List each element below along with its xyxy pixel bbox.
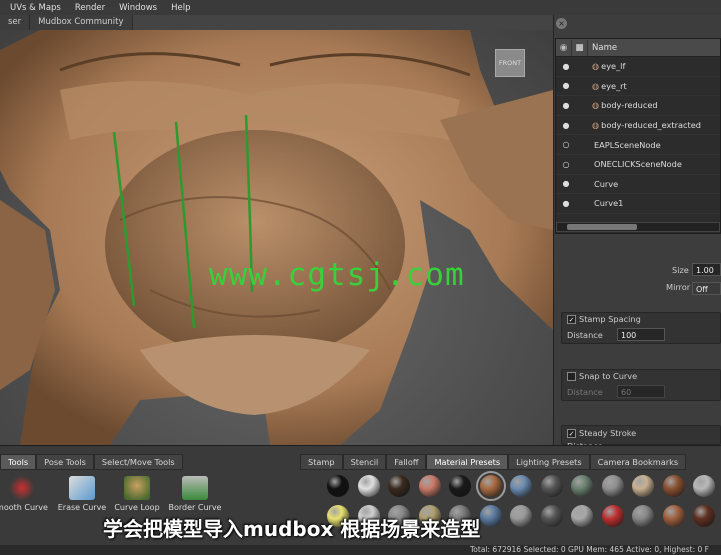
material-swatch[interactable] [571,475,593,497]
list-item[interactable]: ● Curve [556,175,720,195]
watermark-text: www.cgtsj.com [209,257,465,293]
subtitle-caption: 学会把模型导入mudbox 根据场景来造型 [103,517,481,541]
border-curve-tool[interactable]: Border Curve [165,476,225,512]
eraser-icon [69,476,95,500]
checkbox-unchecked-icon[interactable] [567,372,576,381]
material-swatch[interactable] [418,475,441,497]
mirror-dropdown[interactable]: Off [692,282,721,295]
menu-uvs-maps[interactable]: UVs & Maps [10,3,61,13]
material-swatch[interactable] [662,475,685,497]
tab-material-presets[interactable]: Material Presets [426,454,509,470]
tab-falloff[interactable]: Falloff [386,454,427,470]
distance-field[interactable]: 100 [617,328,665,341]
material-swatch[interactable] [693,475,715,497]
object-list-header: ◉ ■ Name [556,39,720,57]
cylinder-icon [182,476,208,500]
material-swatch[interactable] [479,505,502,527]
material-swatch[interactable] [601,475,624,497]
snap-distance-field[interactable]: 60 [617,385,665,398]
list-item[interactable]: ● Curve1 [556,194,720,214]
view-cube[interactable]: FRONT [495,49,525,77]
material-swatch[interactable] [540,505,563,527]
material-swatch[interactable] [601,505,624,527]
head-icon [124,476,150,500]
tab-stencil[interactable]: Stencil [342,454,387,470]
mesh-icon: ◍ [592,61,600,72]
checkbox-checked-icon[interactable]: ✓ [567,315,576,324]
snap-to-curve-checkbox[interactable]: Snap to Curve [567,371,637,381]
checkbox-checked-icon[interactable]: ✓ [567,429,576,438]
object-list: ◉ ■ Name ● ◍ eye_lf ● ◍ eye_rt ● ◍ body-reduce… [555,38,721,234]
tool-tabs: Tools Pose Tools Select/Move Tools [0,454,183,470]
status-bar: Total: 672916 Selected: 0 GPU Mem: 465 A… [0,545,721,555]
tab-camera-bookmarks[interactable]: Camera Bookmarks [589,454,687,470]
stamp-spacing-checkbox[interactable]: ✓ Stamp Spacing [567,314,641,324]
viewport-tab-bar: ser Mudbox Community [0,15,553,30]
close-icon[interactable]: × [556,18,567,29]
menu-bar: UVs & Maps Render Windows Help [0,0,721,15]
3d-viewport[interactable] [0,30,553,445]
eye-icon[interactable]: ◉ [556,39,572,56]
material-swatch[interactable] [475,471,506,501]
menu-render[interactable]: Render [75,3,105,13]
mesh-icon: ◍ [592,120,600,131]
tab-lighting-presets[interactable]: Lighting Presets [508,454,590,470]
material-swatch[interactable] [449,475,471,497]
material-swatch[interactable] [632,475,654,497]
material-swatch[interactable] [388,475,410,497]
sculpt-model [0,30,553,445]
lock-icon[interactable]: ■ [572,39,588,56]
distance-label: Distance [567,330,603,340]
material-swatch[interactable] [632,505,654,527]
size-label: Size [672,265,689,275]
tab-mudbox-community[interactable]: Mudbox Community [30,15,133,30]
visibility-dot-icon[interactable]: ● [556,179,576,188]
snap-distance-label: Distance [567,387,603,397]
tab-stamp[interactable]: Stamp [300,454,343,470]
visibility-dot-icon[interactable]: ○ [556,160,576,169]
horizontal-scrollbar[interactable] [556,222,720,232]
name-column-header[interactable]: Name [588,43,617,53]
tab-viewer[interactable]: ser [0,15,31,30]
visibility-dot-icon[interactable]: ● [556,199,576,208]
mirror-label: Mirror [666,282,691,292]
visibility-dot-icon[interactable]: ○ [556,140,576,149]
list-item[interactable]: ○ EAPLSceneNode [556,135,720,155]
menu-help[interactable]: Help [171,3,190,13]
list-item[interactable]: ○ ONECLICKSceneNode [556,155,720,175]
tray-tabs: Stamp Stencil Falloff Material Presets L… [300,454,687,470]
visibility-dot-icon[interactable]: ● [556,121,576,130]
visibility-dot-icon[interactable]: ● [556,101,576,110]
tab-select-move-tools[interactable]: Select/Move Tools [93,454,183,470]
tab-tools[interactable]: Tools [0,454,37,470]
steady-stroke-checkbox[interactable]: ✓ Steady Stroke [567,428,636,438]
visibility-dot-icon[interactable]: ● [556,81,576,90]
material-swatch[interactable] [510,475,532,497]
erase-curve-tool[interactable]: Erase Curve [52,476,112,512]
material-swatch[interactable] [571,505,593,527]
visibility-dot-icon[interactable]: ● [556,62,576,71]
smooth-curve-icon [9,476,35,500]
mesh-icon: ◍ [592,100,600,111]
material-swatch[interactable] [662,505,685,527]
material-swatch[interactable] [357,475,380,497]
list-item[interactable]: ● ◍ eye_lf [556,57,720,77]
material-swatch[interactable] [693,505,715,527]
mesh-icon: ◍ [592,80,600,91]
menu-windows[interactable]: Windows [119,3,157,13]
size-field[interactable]: 1.00 [692,263,721,276]
material-swatch[interactable] [540,475,563,497]
material-swatch[interactable] [510,505,532,527]
curve-loop-tool[interactable]: Curve Loop [107,476,167,512]
list-item[interactable]: ● ◍ body-reduced_extracted [556,116,720,136]
list-item[interactable]: ● ◍ body-reduced [556,96,720,116]
tab-pose-tools[interactable]: Pose Tools [36,454,94,470]
list-item[interactable]: ● ◍ eye_rt [556,77,720,97]
smooth-curve-tool[interactable]: mooth Curve [0,476,52,512]
material-swatch[interactable] [327,475,349,497]
